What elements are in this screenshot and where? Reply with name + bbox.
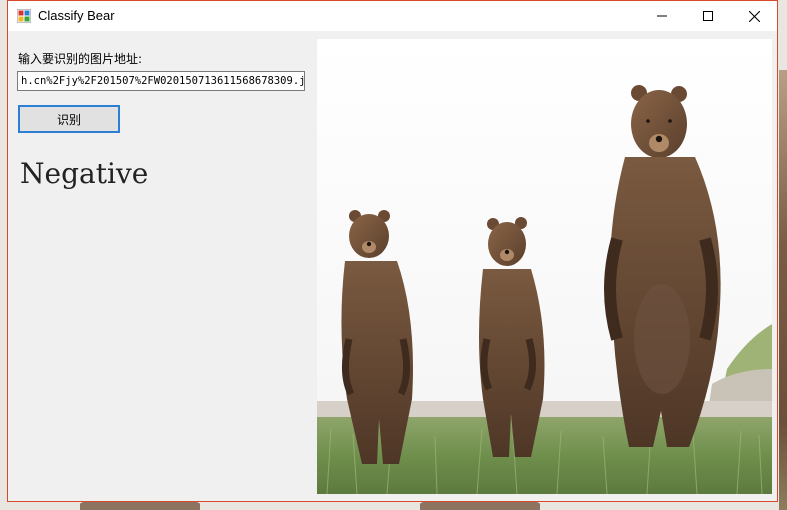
app-window: Classify Bear 输入要识别的图片地址: h.cn%2Fjy%2F20… xyxy=(7,0,778,502)
title-bar[interactable]: Classify Bear xyxy=(8,1,777,31)
desktop-edge xyxy=(779,70,787,510)
close-icon xyxy=(748,10,760,22)
window-title: Classify Bear xyxy=(38,8,115,23)
url-label: 输入要识别的图片地址: xyxy=(18,52,143,66)
maximize-button[interactable] xyxy=(685,1,731,31)
app-icon xyxy=(17,9,31,23)
minimize-button[interactable] xyxy=(639,1,685,31)
bear-photo xyxy=(317,39,772,494)
url-input[interactable]: h.cn%2Fjy%2F201507%2FW020150713611568678… xyxy=(17,71,305,91)
classification-result: Negative xyxy=(20,157,149,190)
maximize-icon xyxy=(703,11,713,21)
classify-button[interactable]: 识别 xyxy=(18,105,120,133)
close-button[interactable] xyxy=(731,1,777,31)
bear-photo-illustration xyxy=(317,39,772,494)
minimize-icon xyxy=(657,15,667,17)
